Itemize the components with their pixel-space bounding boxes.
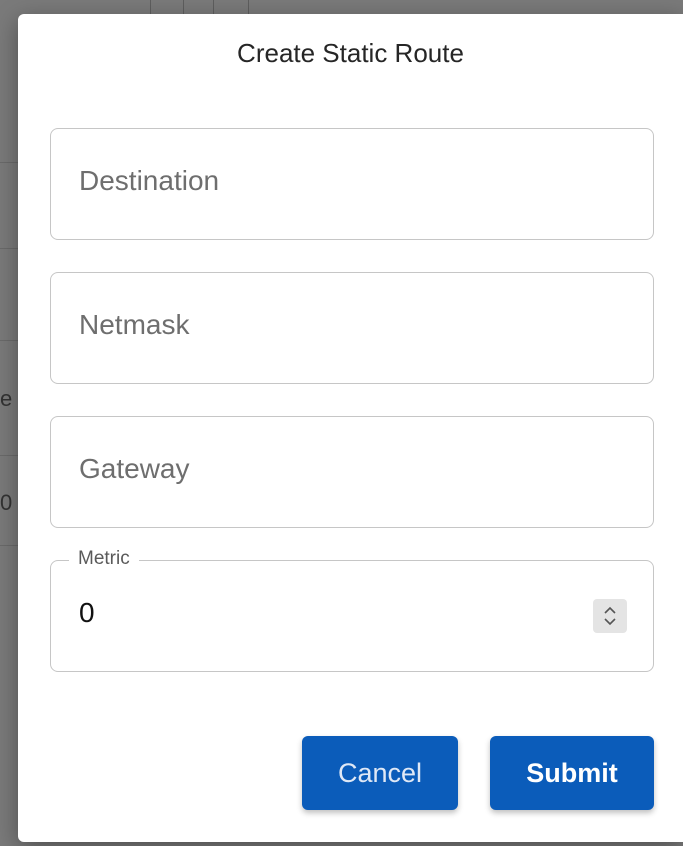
- background-text: e: [0, 386, 13, 411]
- cancel-button[interactable]: Cancel: [302, 736, 458, 810]
- background-divider: [248, 0, 249, 14]
- submit-button[interactable]: Submit: [490, 736, 654, 810]
- background-divider: [0, 545, 20, 546]
- create-static-route-dialog: Create Static Route Destination Netmask …: [18, 14, 683, 842]
- destination-field[interactable]: Destination: [50, 128, 654, 240]
- background-divider: [213, 0, 214, 14]
- gateway-placeholder: Gateway: [79, 453, 190, 484]
- gateway-field[interactable]: Gateway: [50, 416, 654, 528]
- background-divider: [0, 340, 20, 341]
- chevron-up-icon[interactable]: [603, 606, 617, 615]
- dialog-title: Create Static Route: [237, 38, 464, 68]
- up-down-chevron-icon[interactable]: [593, 599, 627, 633]
- background-divider: [150, 0, 151, 14]
- background-divider: [183, 0, 184, 14]
- background-divider: [0, 248, 20, 249]
- background-divider: [0, 455, 20, 456]
- chevron-down-icon[interactable]: [603, 617, 617, 626]
- metric-label: Metric: [69, 548, 139, 570]
- background-text: 0: [0, 490, 13, 515]
- netmask-field[interactable]: Netmask: [50, 272, 654, 384]
- metric-field[interactable]: Metric 0: [50, 548, 654, 672]
- background-divider: [0, 162, 20, 163]
- netmask-placeholder: Netmask: [79, 309, 190, 340]
- metric-value: 0: [79, 597, 95, 628]
- destination-placeholder: Destination: [79, 165, 220, 196]
